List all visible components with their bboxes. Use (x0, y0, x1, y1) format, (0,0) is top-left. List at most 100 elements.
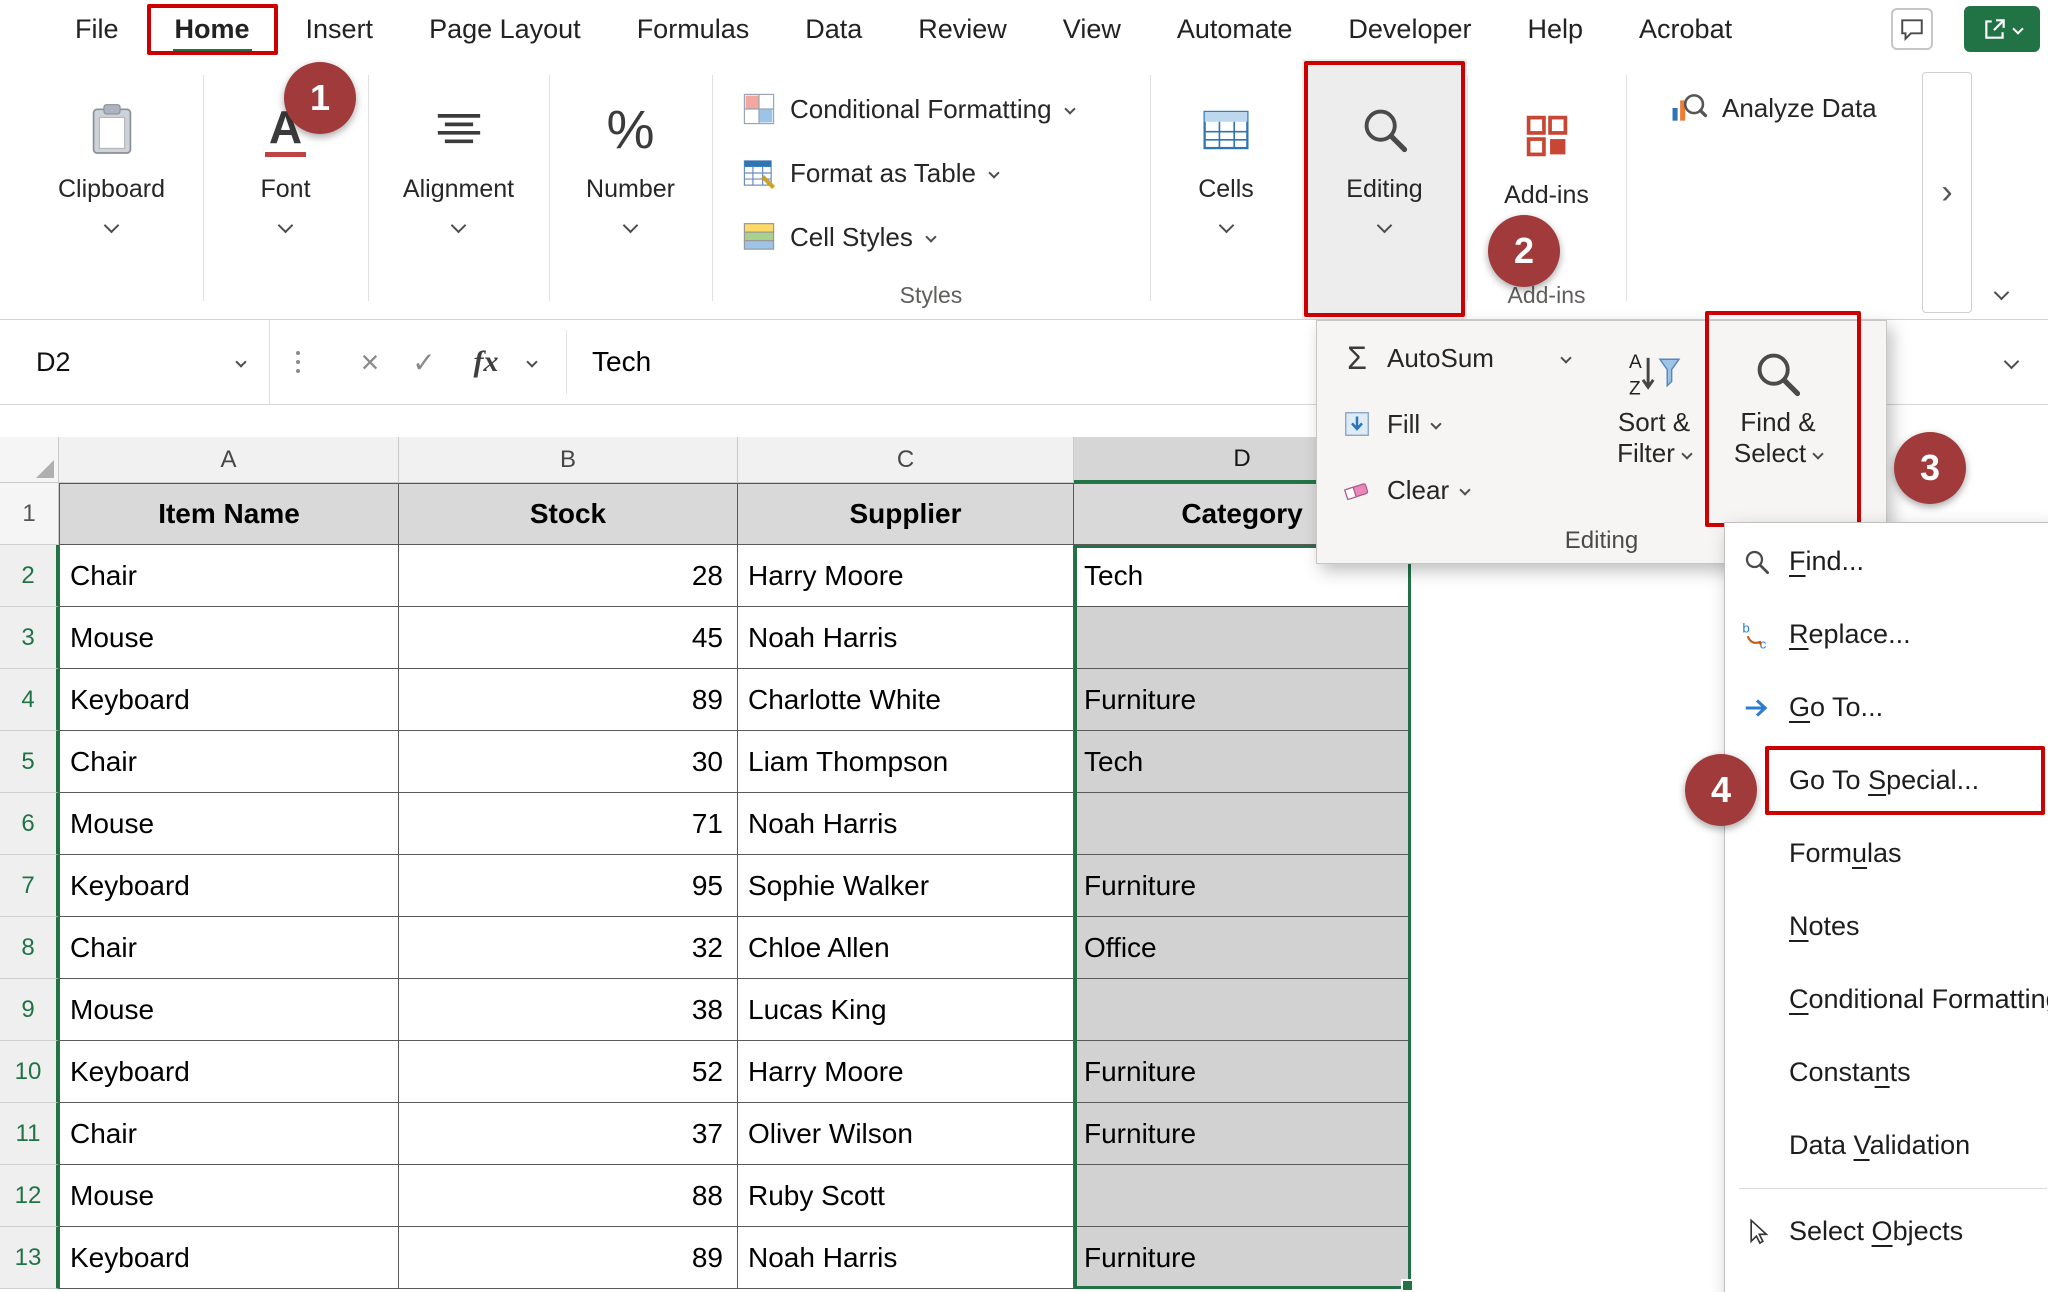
cell-A5[interactable]: Chair (59, 731, 399, 793)
cell-A7[interactable]: Keyboard (59, 855, 399, 917)
menu-tab-page-layout[interactable]: Page Layout (401, 0, 609, 59)
alignment-button[interactable]: Alignment (368, 59, 549, 319)
menu-tab-home[interactable]: Home (146, 0, 278, 59)
menu-item-constants[interactable]: Constants (1725, 1036, 2048, 1109)
menu-item-find[interactable]: Find... (1725, 525, 2048, 598)
cell-A8[interactable]: Chair (59, 917, 399, 979)
row-header-9[interactable]: 9 (0, 979, 59, 1041)
cell-B4[interactable]: 89 (399, 669, 738, 731)
format-as-table-button[interactable]: Format as Table (712, 141, 1150, 205)
menu-item-selection-pane[interactable]: Selection Pane... (1725, 1268, 2048, 1292)
cell-C13[interactable]: Noah Harris (738, 1227, 1074, 1289)
cell-B3[interactable]: 45 (399, 607, 738, 669)
cell-B2[interactable]: 28 (399, 545, 738, 607)
menu-tab-view[interactable]: View (1035, 0, 1149, 59)
menu-tab-help[interactable]: Help (1500, 0, 1612, 59)
share-button[interactable] (1964, 6, 2040, 52)
cell-C4[interactable]: Charlotte White (738, 669, 1074, 731)
cell-C3[interactable]: Noah Harris (738, 607, 1074, 669)
cancel-entry-button[interactable]: × (350, 320, 390, 404)
column-header-a[interactable]: A (59, 437, 399, 483)
cell-B7[interactable]: 95 (399, 855, 738, 917)
fill-button[interactable]: Fill (1339, 395, 1609, 453)
cell-B12[interactable]: 88 (399, 1165, 738, 1227)
ribbon-scroll-right-button[interactable]: › (1922, 72, 1972, 313)
clear-button[interactable]: Clear (1339, 461, 1609, 519)
cell-A4[interactable]: Keyboard (59, 669, 399, 731)
menu-tab-insert[interactable]: Insert (278, 0, 402, 59)
menu-tab-formulas[interactable]: Formulas (609, 0, 778, 59)
formula-bar-resizer[interactable] (296, 360, 300, 364)
conditional-formatting-button[interactable]: Conditional Formatting (712, 77, 1150, 141)
cell-C10[interactable]: Harry Moore (738, 1041, 1074, 1103)
row-header-11[interactable]: 11 (0, 1103, 59, 1165)
cell-C5[interactable]: Liam Thompson (738, 731, 1074, 793)
cell-A13[interactable]: Keyboard (59, 1227, 399, 1289)
cell-C8[interactable]: Chloe Allen (738, 917, 1074, 979)
cell-A10[interactable]: Keyboard (59, 1041, 399, 1103)
menu-tab-review[interactable]: Review (890, 0, 1035, 59)
menu-item-replace[interactable]: b c Replace... (1725, 598, 2048, 671)
cell-D9[interactable] (1074, 979, 1411, 1041)
row-header-7[interactable]: 7 (0, 855, 59, 917)
menu-item-conditional-formatting[interactable]: Conditional Formatting (1725, 963, 2048, 1036)
cell-D11[interactable]: Furniture (1074, 1103, 1411, 1165)
clipboard-button[interactable]: Clipboard (20, 59, 203, 319)
cell-B8[interactable]: 32 (399, 917, 738, 979)
cell-C1[interactable]: Supplier (738, 483, 1074, 545)
cell-A1[interactable]: Item Name (59, 483, 399, 545)
cell-D10[interactable]: Furniture (1074, 1041, 1411, 1103)
addins-button[interactable]: Add-ins (1467, 59, 1626, 319)
row-header-8[interactable]: 8 (0, 917, 59, 979)
menu-item-notes[interactable]: Notes (1725, 890, 2048, 963)
cell-B5[interactable]: 30 (399, 731, 738, 793)
cell-B13[interactable]: 89 (399, 1227, 738, 1289)
menu-item-select-objects[interactable]: Select Objects (1725, 1195, 2048, 1268)
cell-D3[interactable] (1074, 607, 1411, 669)
menu-tab-automate[interactable]: Automate (1149, 0, 1321, 59)
collapse-ribbon-icon[interactable] (1993, 284, 2010, 301)
cell-C7[interactable]: Sophie Walker (738, 855, 1074, 917)
cell-D12[interactable] (1074, 1165, 1411, 1227)
cell-B6[interactable]: 71 (399, 793, 738, 855)
number-button[interactable]: % Number (549, 59, 712, 319)
cell-C12[interactable]: Ruby Scott (738, 1165, 1074, 1227)
cell-A6[interactable]: Mouse (59, 793, 399, 855)
column-header-c[interactable]: C (738, 437, 1074, 483)
cell-styles-button[interactable]: Cell Styles (712, 205, 1150, 269)
row-header-4[interactable]: 4 (0, 669, 59, 731)
editing-button[interactable]: Editing (1302, 59, 1467, 319)
cell-D5[interactable]: Tech (1074, 731, 1411, 793)
row-header-1[interactable]: 1 (0, 483, 59, 545)
cell-C11[interactable]: Oliver Wilson (738, 1103, 1074, 1165)
cell-A9[interactable]: Mouse (59, 979, 399, 1041)
menu-item-go-to-special[interactable]: Go To Special... (1725, 744, 2048, 817)
row-header-6[interactable]: 6 (0, 793, 59, 855)
menu-item-formulas[interactable]: Formulas (1725, 817, 2048, 890)
name-box[interactable]: D2 (0, 320, 270, 404)
cell-D7[interactable]: Furniture (1074, 855, 1411, 917)
cell-A3[interactable]: Mouse (59, 607, 399, 669)
cell-B1[interactable]: Stock (399, 483, 738, 545)
cell-C2[interactable]: Harry Moore (738, 545, 1074, 607)
row-header-13[interactable]: 13 (0, 1227, 59, 1289)
comments-button[interactable] (1891, 8, 1933, 50)
confirm-entry-button[interactable]: ✓ (404, 320, 444, 404)
cell-B10[interactable]: 52 (399, 1041, 738, 1103)
cell-A12[interactable]: Mouse (59, 1165, 399, 1227)
row-header-10[interactable]: 10 (0, 1041, 59, 1103)
find-select-button[interactable]: Find & Select (1705, 311, 1861, 527)
column-header-b[interactable]: B (399, 437, 738, 483)
cell-C6[interactable]: Noah Harris (738, 793, 1074, 855)
menu-tab-acrobat[interactable]: Acrobat (1611, 0, 1760, 59)
analyze-data-button[interactable]: Analyze Data (1670, 89, 1877, 127)
row-header-2[interactable]: 2 (0, 545, 59, 607)
cell-B11[interactable]: 37 (399, 1103, 738, 1165)
menu-tab-file[interactable]: File (47, 0, 147, 59)
cell-A11[interactable]: Chair (59, 1103, 399, 1165)
row-header-3[interactable]: 3 (0, 607, 59, 669)
sort-filter-button[interactable]: AZ Sort & Filter (1593, 329, 1715, 505)
cell-B9[interactable]: 38 (399, 979, 738, 1041)
row-header-12[interactable]: 12 (0, 1165, 59, 1227)
row-header-5[interactable]: 5 (0, 731, 59, 793)
